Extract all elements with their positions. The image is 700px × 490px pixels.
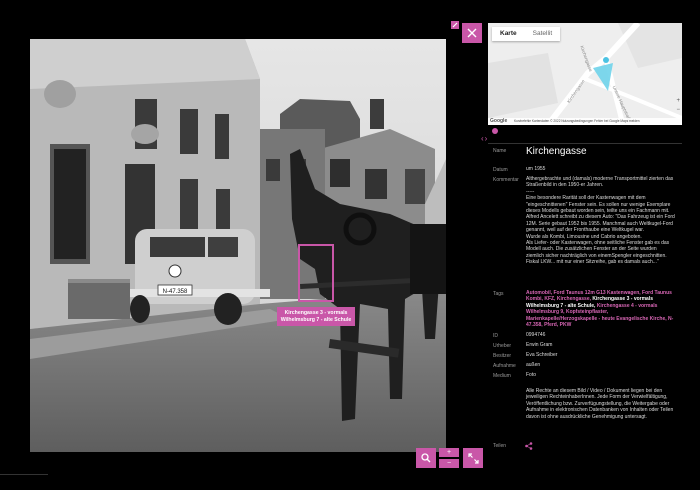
map-type-tabs: Karte Satellit (492, 27, 561, 41)
nav-arrows: ‹› (481, 134, 488, 143)
tag-highlight-box[interactable] (298, 244, 334, 302)
medium-value: Foto (526, 372, 537, 378)
divider (488, 143, 682, 144)
map-attribution: Kurzbefehle Kartendaten © 2022 Nutzungsb… (488, 118, 682, 125)
zoom-in-button[interactable]: + (439, 448, 459, 457)
owner-value: Eva Schreiber (526, 352, 558, 358)
name-label: Name (493, 148, 507, 154)
comment-line: Alfred Ancelett schreibt zu diesem Auto:… (526, 214, 675, 234)
page-title: Kirchengasse (526, 146, 587, 157)
recording-value: außen (526, 362, 541, 368)
fullscreen-button[interactable] (463, 448, 483, 468)
date-value: um 1955 (526, 166, 546, 172)
rights-notice: Alle Rechte an diesem Bild / Video / Dok… (526, 388, 674, 420)
map-zoom-controls: + − (676, 97, 680, 115)
recording-label: Aufnahme (493, 363, 516, 369)
share-label: Teilen (493, 443, 507, 449)
tab-satellit[interactable]: Satellit (525, 27, 561, 41)
comment-line: Als Liefer- oder Kastenwagen, ohne seitl… (526, 240, 670, 266)
position-dot (492, 128, 498, 134)
comment-line: Eine besondere Rarität soll der Kastenwa… (526, 195, 671, 215)
comment-value: Althergebrachte und (damals) moderne Tra… (526, 176, 676, 266)
id-label: ID (493, 333, 498, 339)
next-arrow-icon[interactable]: › (485, 134, 489, 143)
comment-label: Kommentar (493, 177, 519, 183)
divider (0, 474, 48, 475)
historic-photo: N-47.358 (30, 39, 446, 452)
map-zoom-in-button[interactable]: + (676, 97, 680, 106)
edit-icon[interactable] (451, 21, 459, 29)
close-button[interactable] (462, 23, 482, 43)
photo-viewer[interactable]: N-47.358 Kirchengasse 3 - vormals Wilhel… (30, 39, 446, 452)
map-widget[interactable]: Karte Satellit Kirchengasse Kirchengasse… (488, 23, 682, 125)
medium-label: Medium (493, 373, 511, 379)
id-value: 0994746 (526, 332, 546, 338)
share-icon[interactable] (525, 442, 533, 450)
license-plate: N-47.358 (163, 289, 188, 295)
date-label: Datum (493, 167, 508, 173)
tags-value: Automobil, Ford Taunus 12m G13 Kastenwag… (526, 290, 676, 328)
google-logo: Google (490, 118, 508, 124)
search-icon (421, 453, 431, 463)
fullscreen-icon (467, 452, 479, 464)
map-zoom-out-button[interactable]: − (676, 106, 680, 115)
tab-karte[interactable]: Karte (492, 27, 525, 41)
zoom-out-button[interactable]: − (439, 459, 459, 468)
author-value: Erwin Gram (526, 342, 553, 348)
close-icon (467, 28, 477, 38)
tags-label: Tags (493, 291, 504, 297)
owner-label: Besitzer (493, 353, 512, 359)
author-label: Urheber (493, 343, 512, 349)
tag-label[interactable]: Kirchengasse 3 - vormals Wilhelmsburg 7 … (277, 307, 355, 326)
zoom-search-button[interactable] (416, 448, 436, 468)
comment-line: Althergebrachte und (damals) moderne Tra… (526, 176, 674, 189)
